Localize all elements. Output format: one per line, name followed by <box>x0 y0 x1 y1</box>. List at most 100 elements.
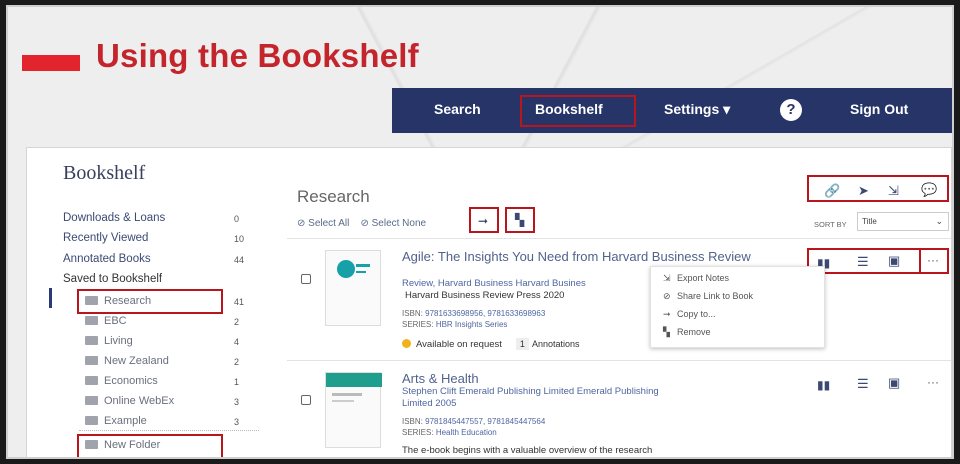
book-checkbox[interactable] <box>301 395 311 405</box>
slide: Using the Bookshelf Search Bookshelf Set… <box>6 5 954 459</box>
folder-icon <box>85 416 98 425</box>
bookshelf-heading: Bookshelf <box>63 162 146 184</box>
divider <box>287 238 951 239</box>
more-options-highlight <box>919 248 949 274</box>
folder-count: 2 <box>234 317 240 327</box>
select-none-link[interactable]: ⊘ Select None <box>360 218 426 229</box>
sidebar-item-saved-to-bookshelf[interactable]: Saved to Bookshelf <box>63 273 162 285</box>
folder-icon <box>85 356 98 365</box>
folder-label: New Zealand <box>104 355 169 367</box>
more-options-icon[interactable]: ··· <box>927 375 939 389</box>
nav-settings[interactable]: Settings ▾ <box>664 101 730 118</box>
folder-item-economics[interactable]: Economics <box>85 375 158 387</box>
folder-icon <box>85 396 98 405</box>
sort-select[interactable]: Title ⌄ <box>857 212 949 231</box>
export-icon: ⇲ <box>663 273 671 283</box>
annotations-label: Annotations <box>531 339 580 349</box>
folder-icon <box>85 376 98 385</box>
isbn-label: ISBN: <box>402 309 423 318</box>
nav-search[interactable]: Search <box>434 101 481 117</box>
book-description: The e-book begins with a valuable overvi… <box>402 445 653 456</box>
menu-item-label: Share Link to Book <box>677 291 754 301</box>
book-isbn: ISBN: 9781633698956, 9781633698963 <box>402 309 545 318</box>
folder-item-example[interactable]: Example <box>85 415 147 427</box>
book-checkbox[interactable] <box>301 274 311 284</box>
menu-item-export-notes[interactable]: ⇲ Export Notes <box>663 273 729 284</box>
book-isbn: ISBN: 9781845447557, 9781845447564 <box>402 417 545 426</box>
isbn-value: 9781633698956, 9781633698963 <box>425 309 546 318</box>
sort-by-label: SORT BY <box>814 220 847 229</box>
research-folder-highlight <box>77 289 223 314</box>
top-nav-bar: Search Bookshelf Settings ▾ ? Sign Out <box>392 88 952 133</box>
folder-title: Research <box>297 187 370 206</box>
nav-settings-label: Settings <box>664 101 720 117</box>
menu-item-remove[interactable]: ▚ Remove <box>663 327 711 338</box>
book-cover-art <box>337 260 370 278</box>
select-all-link[interactable]: ⊘ Select All <box>297 218 349 229</box>
folder-label: Economics <box>104 375 158 387</box>
annotations-badge[interactable]: 1 Annotations <box>515 338 580 350</box>
folder-item-new-zealand[interactable]: New Zealand <box>85 355 169 367</box>
chevron-down-icon: ▾ <box>723 101 731 117</box>
menu-item-share-link[interactable]: ⊘ Share Link to Book <box>663 291 753 302</box>
availability-label: Available on request <box>416 339 502 350</box>
chevron-down-icon: ⌄ <box>935 216 943 226</box>
folder-icon <box>85 336 98 345</box>
menu-item-label: Remove <box>677 327 711 337</box>
sidebar-count: 10 <box>234 234 245 244</box>
link-icon: ⊘ <box>663 291 671 301</box>
book-publisher: Limited 2005 <box>402 398 457 409</box>
folder-count: 3 <box>234 417 240 427</box>
book-series: SERIES: HBR Insights Series <box>402 320 507 329</box>
bookshelf-highlight <box>520 95 636 127</box>
new-folder-highlight <box>77 434 223 457</box>
sidebar-item-downloads[interactable]: Downloads & Loans <box>63 212 165 224</box>
book-options-menu: ⇲ Export Notes ⊘ Share Link to Book ➞ Copy … <box>650 266 825 348</box>
clear-circle-icon: ⊘ <box>360 218 369 229</box>
book-cover-image[interactable] <box>325 250 381 326</box>
table-of-contents-icon[interactable]: ☰ <box>857 376 869 392</box>
menu-item-copy-to[interactable]: ➞ Copy to... <box>663 309 716 320</box>
series-value[interactable]: HBR Insights Series <box>436 320 508 329</box>
divider <box>287 360 951 361</box>
isbn-label: ISBN: <box>402 417 423 426</box>
help-icon[interactable]: ? <box>780 99 802 121</box>
sidebar-item-recently-viewed[interactable]: Recently Viewed <box>63 232 148 244</box>
folder-item-living[interactable]: Living <box>85 335 133 347</box>
nav-sign-out[interactable]: Sign Out <box>850 101 908 117</box>
sidebar-item-annotated-books[interactable]: Annotated Books <box>63 253 151 265</box>
remove-button-highlight <box>505 207 535 233</box>
check-circle-icon: ⊘ <box>297 218 306 229</box>
select-all-label: Select All <box>308 218 350 229</box>
active-folder-indicator <box>49 288 52 308</box>
annotation-icon[interactable]: ▣ <box>888 375 900 391</box>
folder-count: 41 <box>234 297 245 307</box>
availability-dot-icon <box>402 339 411 348</box>
folder-count: 1 <box>234 377 240 387</box>
sidebar-divider <box>79 430 259 431</box>
menu-item-label: Export Notes <box>677 273 730 283</box>
book-title[interactable]: Agile: The Insights You Need from Harvar… <box>402 250 762 263</box>
read-book-icon[interactable]: ▮▮ <box>817 378 830 392</box>
folder-label: Living <box>104 335 133 347</box>
book-series: SERIES: Health Education <box>402 428 497 437</box>
folder-icon <box>85 316 98 325</box>
sidebar-count: 0 <box>234 214 240 224</box>
sort-value: Title <box>862 217 877 226</box>
folder-count: 4 <box>234 337 240 347</box>
selection-controls: ⊘ Select All ⊘ Select None <box>297 218 426 229</box>
availability-status: Available on request 1 Annotations <box>402 338 579 350</box>
arrow-right-icon: ➞ <box>663 309 671 319</box>
folder-item-online-webex[interactable]: Online WebEx <box>85 395 174 407</box>
move-button-highlight <box>469 207 499 233</box>
folder-count: 2 <box>234 357 240 367</box>
book-authors[interactable]: Review, Harvard Business Harvard Busines <box>402 278 637 289</box>
book-cover-image[interactable] <box>325 372 382 448</box>
folder-item-ebc[interactable]: EBC <box>85 315 127 327</box>
book-publisher: Harvard Business Review Press 2020 <box>405 290 565 301</box>
book-authors[interactable]: Stephen Clift Emerald Publishing Limited… <box>402 386 659 397</box>
series-value[interactable]: Health Education <box>436 428 497 437</box>
remove-icon: ▚ <box>663 327 670 337</box>
book-title[interactable]: Arts & Health <box>402 372 479 385</box>
top-actions-highlight <box>807 175 949 202</box>
